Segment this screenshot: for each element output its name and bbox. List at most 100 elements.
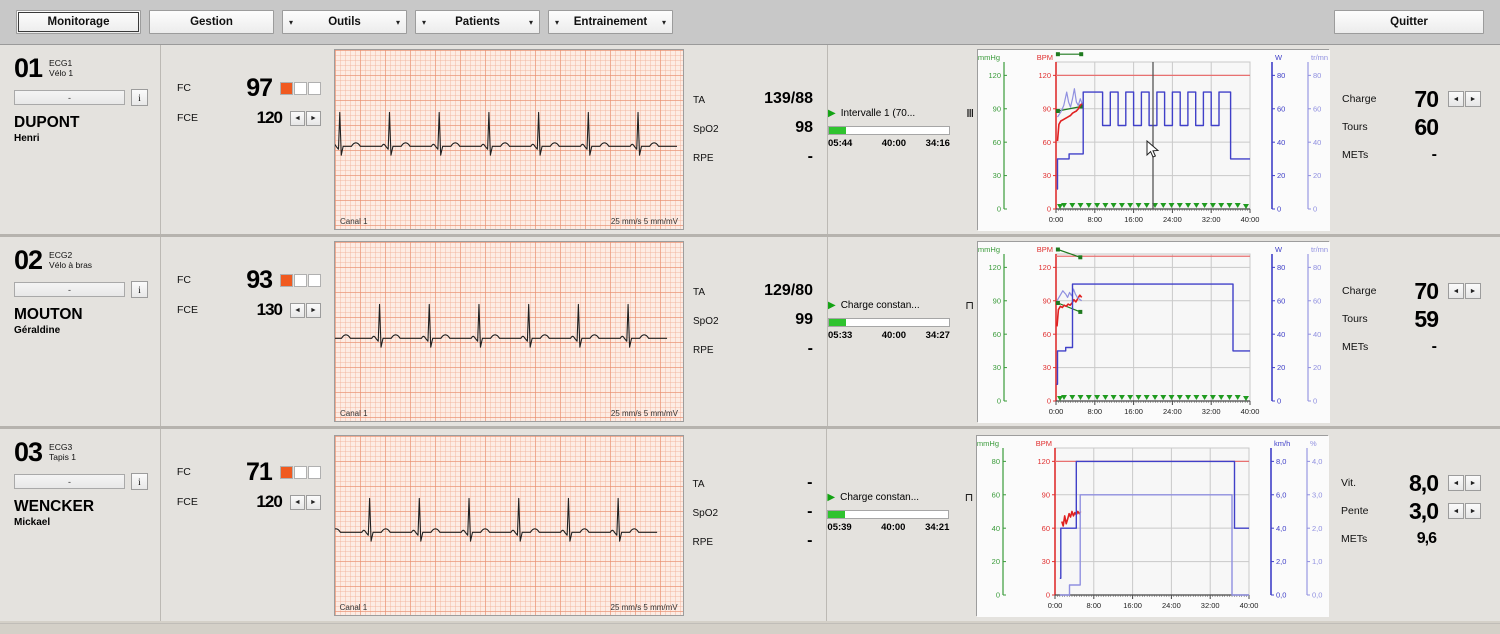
charge-increment-button[interactable]: ►	[1465, 91, 1481, 107]
toolbar-button-outils[interactable]: ▾ Outils ▾	[282, 10, 407, 34]
patient-field-row: - i	[14, 281, 148, 298]
spo2-row: SpO2 98	[693, 119, 813, 148]
device-type: Vélo à bras	[49, 260, 92, 270]
fce-stepper[interactable]: ◄ ►	[290, 111, 321, 126]
vit-decrement-button[interactable]: ◄	[1448, 475, 1464, 491]
training-chart-cell[interactable]: mmHg020406080BPM0306090120km/h0,02,04,06…	[973, 429, 1331, 621]
program-elapsed: 05:33	[828, 330, 874, 341]
patient-id-header: 01 ECG1 Vélo 1	[14, 55, 148, 82]
svg-text:0,0: 0,0	[1276, 590, 1286, 599]
equipment-settings-cell: Charge 70 ◄ ► Tours 59 METs -	[1332, 237, 1500, 426]
svg-text:24:00: 24:00	[1162, 601, 1181, 610]
fc-zone-box-0	[280, 82, 293, 95]
toolbar-button-gestion-label: Gestion	[150, 16, 273, 28]
svg-text:BPM: BPM	[1037, 53, 1053, 62]
pente-decrement-button[interactable]: ◄	[1448, 503, 1464, 519]
fce-increment-button[interactable]: ►	[306, 495, 321, 510]
charge-stepper[interactable]: ◄ ►	[1448, 91, 1482, 107]
vit-increment-button[interactable]: ►	[1465, 475, 1481, 491]
ecg-channel-label: Canal 1	[340, 217, 368, 226]
svg-text:80: 80	[1277, 71, 1285, 80]
fce-row: FCE 130 ◄ ►	[177, 295, 321, 325]
ta-row: TA 139/88	[693, 90, 813, 119]
pente-increment-button[interactable]: ►	[1465, 503, 1481, 519]
charge-increment-button[interactable]: ►	[1465, 283, 1481, 299]
fc-row: FC 93	[177, 265, 321, 295]
setting-label-charge: Charge	[1342, 93, 1410, 105]
fce-increment-button[interactable]: ►	[306, 111, 321, 126]
charge-decrement-button[interactable]: ◄	[1448, 91, 1464, 107]
patient-identity-cell-02: 02 ECG2 Vélo à bras - i MOUTON Géraldine	[0, 237, 160, 426]
play-icon[interactable]: ▶	[828, 109, 836, 119]
svg-text:40: 40	[1277, 330, 1285, 339]
ecg-display[interactable]: Canal 1 25 mm/s 5 mm/mV	[334, 241, 684, 422]
toolbar-button-gestion[interactable]: Gestion	[149, 10, 274, 34]
fce-decrement-button[interactable]: ◄	[290, 303, 305, 318]
svg-text:60: 60	[1313, 104, 1321, 113]
fce-value: 120	[223, 492, 290, 512]
charge-stepper[interactable]: ◄ ►	[1448, 283, 1482, 299]
ta-value: 129/80	[745, 282, 813, 300]
svg-text:90: 90	[993, 296, 1001, 305]
fce-decrement-button[interactable]: ◄	[290, 495, 305, 510]
pente-stepper[interactable]: ◄ ►	[1448, 503, 1482, 519]
fce-decrement-button[interactable]: ◄	[290, 111, 305, 126]
ta-label: TA	[693, 95, 745, 106]
toolbar-button-entrainement[interactable]: ▾ Entrainement ▾	[548, 10, 673, 34]
setting-label-mets: METs	[1342, 341, 1410, 353]
device-channel: ECG1	[49, 58, 72, 68]
ta-row: TA 129/80	[693, 282, 813, 311]
chevron-down-icon-left-patients: ▾	[416, 18, 432, 27]
patient-number: 02	[14, 247, 42, 274]
training-chart[interactable]: mmHg0306090120BPM0306090120W020406080tr/…	[977, 241, 1329, 422]
patient-row[interactable]: 02 ECG2 Vélo à bras - i MOUTON Géraldine…	[0, 237, 1500, 429]
ecg-cell[interactable]: Canal 1 25 mm/s 5 mm/mV	[333, 237, 685, 426]
toolbar-button-patients[interactable]: ▾ Patients ▾	[415, 10, 540, 34]
charge-decrement-button[interactable]: ◄	[1448, 283, 1464, 299]
play-icon[interactable]: ▶	[827, 493, 835, 503]
fc-value: 97	[223, 74, 280, 103]
svg-text:30: 30	[1042, 557, 1050, 566]
spo2-value: -	[745, 503, 813, 521]
heart-rate-cell: FC 93 FCE 130 ◄ ►	[161, 237, 333, 426]
spo2-label: SpO2	[693, 508, 745, 519]
toolbar-button-monitorage[interactable]: Monitorage	[16, 10, 141, 34]
ecg-display[interactable]: Canal 1 25 mm/s 5 mm/mV	[334, 435, 684, 616]
svg-text:mmHg: mmHg	[977, 439, 999, 448]
patient-row[interactable]: 01 ECG1 Vélo 1 - i DUPONT Henri FC 97 FC…	[0, 45, 1500, 237]
fc-zone-indicator	[280, 274, 321, 287]
info-icon[interactable]: i	[131, 89, 148, 106]
ecg-cell[interactable]: Canal 1 25 mm/s 5 mm/mV	[333, 429, 685, 621]
patient-status-field[interactable]: -	[14, 90, 125, 105]
training-chart[interactable]: mmHg020406080BPM0306090120km/h0,02,04,06…	[976, 435, 1328, 616]
program-cell: ▶ Charge constan... ⊓ 05:33 40:00 34:27	[828, 237, 974, 426]
info-icon[interactable]: i	[131, 473, 148, 490]
spo2-value: 98	[745, 119, 813, 137]
patient-status-field[interactable]: -	[14, 282, 125, 297]
vit-stepper[interactable]: ◄ ►	[1448, 475, 1482, 491]
fce-increment-button[interactable]: ►	[306, 303, 321, 318]
fce-stepper[interactable]: ◄ ►	[290, 495, 321, 510]
training-chart-svg: mmHg020406080BPM0306090120km/h0,02,04,06…	[977, 436, 1329, 617]
play-icon[interactable]: ▶	[828, 301, 836, 311]
ecg-waveform	[335, 50, 683, 230]
training-chart-cell[interactable]: mmHg0306090120BPM0306090120W020406080tr/…	[974, 237, 1332, 426]
device-type: Vélo 1	[49, 68, 73, 78]
patient-number: 03	[14, 439, 42, 466]
svg-text:0: 0	[997, 205, 1001, 214]
ecg-display[interactable]: Canal 1 25 mm/s 5 mm/mV	[334, 49, 684, 230]
training-chart[interactable]: mmHg0306090120BPM0306090120W020406080tr/…	[977, 49, 1329, 230]
ecg-cell[interactable]: Canal 1 25 mm/s 5 mm/mV	[333, 45, 685, 234]
program-total: 40:00	[874, 138, 913, 149]
patient-status-field[interactable]: -	[14, 474, 125, 489]
chevron-down-icon-right-outils: ▾	[390, 18, 406, 27]
training-chart-svg: mmHg0306090120BPM0306090120W020406080tr/…	[978, 50, 1330, 231]
toolbar-button-monitorage-label: Monitorage	[17, 16, 140, 28]
program-cell: ▶ Charge constan... ⊓ 05:39 40:00 34:21	[827, 429, 973, 621]
info-icon[interactable]: i	[131, 281, 148, 298]
patient-row[interactable]: 03 ECG3 Tapis 1 - i WENCKER Mickael FC 7…	[0, 429, 1500, 621]
fce-stepper[interactable]: ◄ ►	[290, 303, 321, 318]
training-chart-cell[interactable]: mmHg0306090120BPM0306090120W020406080tr/…	[974, 45, 1332, 234]
quit-button[interactable]: Quitter	[1334, 10, 1484, 34]
patient-id-header: 02 ECG2 Vélo à bras	[14, 247, 148, 274]
